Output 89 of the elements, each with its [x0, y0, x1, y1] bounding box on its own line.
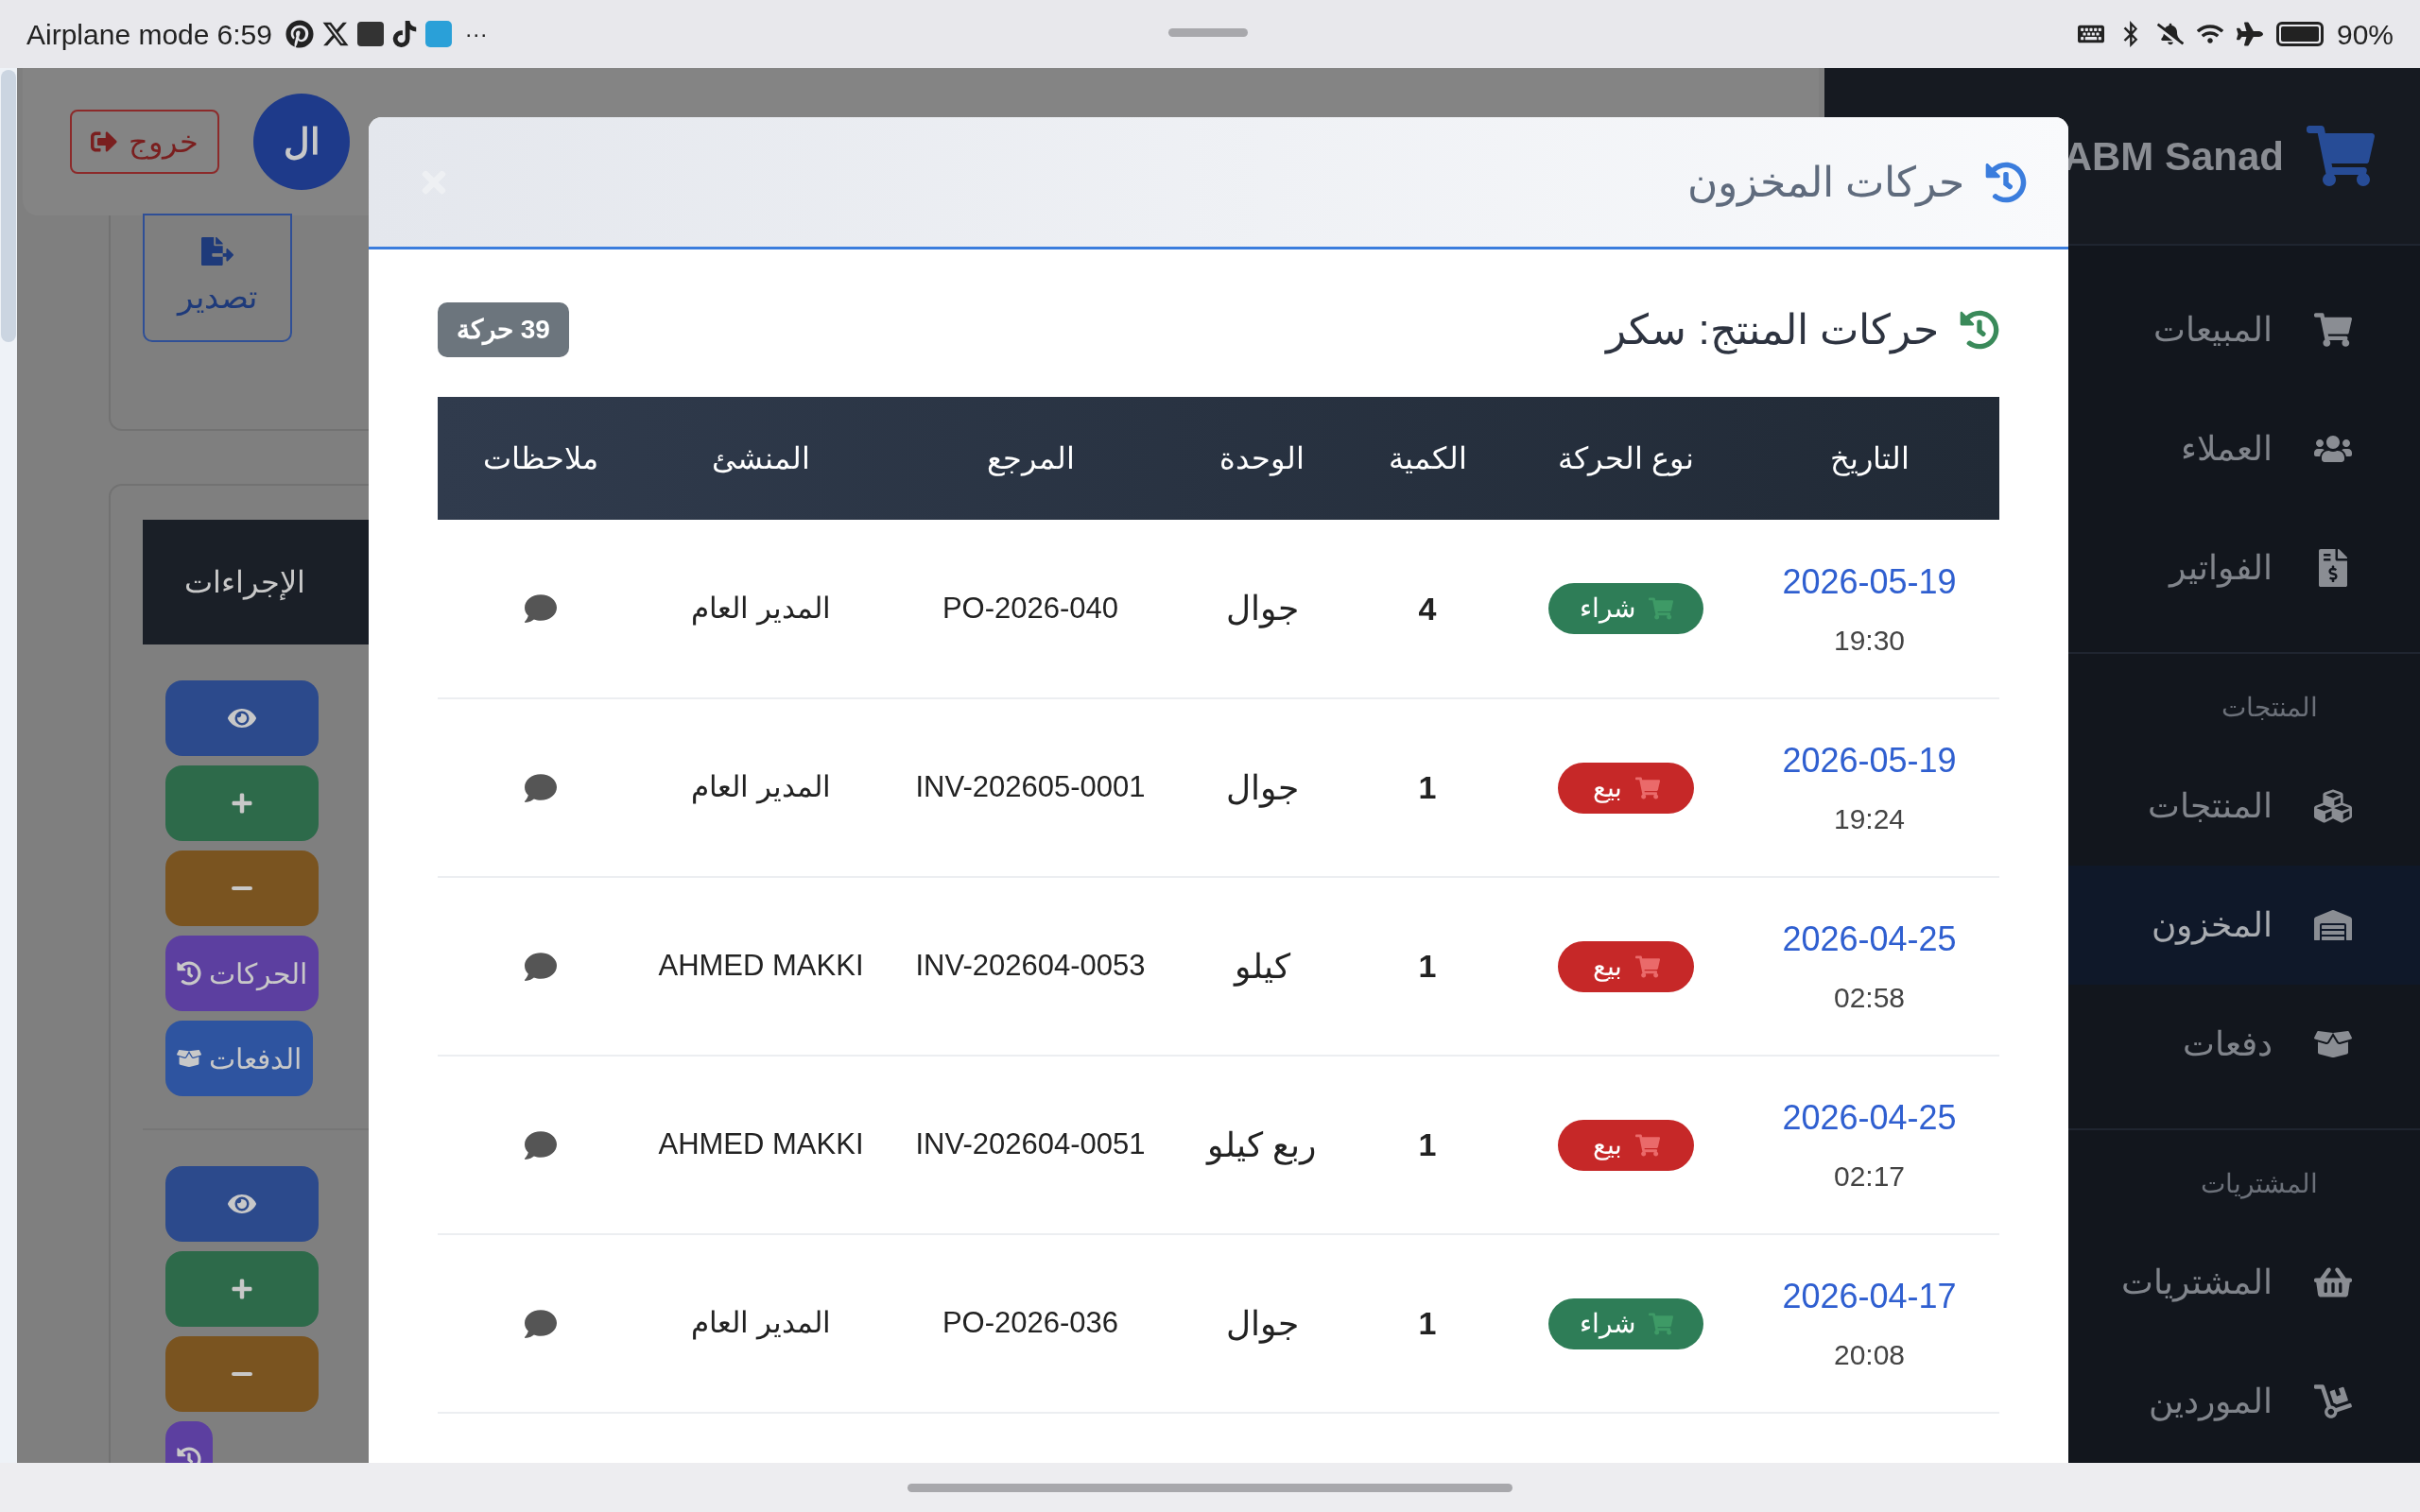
movements-button[interactable]: الحركات — [165, 936, 319, 1011]
history-icon — [1985, 161, 2027, 203]
section-title: المنتجات — [2221, 692, 2318, 724]
minus-icon — [232, 886, 252, 890]
comment-icon[interactable] — [524, 771, 557, 804]
creator-text: المدير العام — [691, 591, 831, 625]
reference-text: PO-2026-036 — [942, 1306, 1119, 1340]
unit-text: كيلو — [1234, 946, 1290, 986]
count-badge: 39 حركة — [438, 302, 569, 357]
plus-icon — [231, 1278, 253, 1300]
cart-icon — [1634, 954, 1660, 979]
column-header: الإجراءات — [184, 564, 305, 602]
comment-icon[interactable] — [524, 593, 557, 625]
unit-text: جوال — [1225, 767, 1299, 807]
date-text: 2026-05-19 — [1782, 560, 1957, 603]
app-icon — [356, 22, 384, 46]
quantity-text: 1 — [1418, 1126, 1437, 1162]
quantity-text: 1 — [1418, 948, 1437, 984]
dialog-title: حركات المخزون — [1686, 157, 1964, 209]
cart-icon — [1634, 1132, 1660, 1158]
comment-icon[interactable] — [524, 1307, 557, 1340]
quantity-text: 4 — [1418, 590, 1437, 627]
column-header: المرجع — [986, 441, 1075, 475]
time-text: 19:24 — [1833, 802, 1906, 836]
unit-text: جوال — [1225, 589, 1299, 627]
quantity-text: 1 — [1418, 769, 1437, 805]
reference-text: PO-2026-040 — [942, 591, 1119, 625]
brand-name: ABM Sanad — [2063, 132, 2284, 180]
more-notifications-text: ··· — [464, 20, 488, 48]
app-icon — [320, 20, 350, 48]
quantity-text: 1 — [1418, 1305, 1437, 1341]
column-header: ملاحظات — [482, 441, 598, 475]
product-heading: حركات المنتج: سكر — [1606, 305, 1939, 356]
time-text: 02:17 — [1833, 1160, 1906, 1194]
airplane-icon — [2236, 21, 2263, 47]
date-text: 2026-05-19 — [1782, 740, 1957, 782]
movement-type-badge: بيع — [1558, 1119, 1694, 1171]
section-title: المشتريات — [2201, 1168, 2318, 1201]
column-header: المنشئ — [712, 441, 810, 475]
airplane-mode-text: Airplane mode — [26, 17, 210, 52]
drag-handle[interactable] — [1168, 28, 1248, 37]
creator-text: المدير العام — [691, 770, 831, 804]
reference-text: INV-202605-0001 — [915, 770, 1146, 804]
creator-text: AHMED MAKKI — [658, 1127, 864, 1161]
cubes-icon — [2314, 787, 2352, 825]
cart-icon — [2314, 311, 2352, 349]
user-avatar[interactable]: ال — [253, 94, 350, 190]
cart-icon — [1648, 1311, 1673, 1336]
date-text: 2026-04-17 — [1782, 1276, 1957, 1317]
time-text: 19:30 — [1833, 623, 1906, 658]
column-header: الوحدة — [1219, 441, 1305, 475]
movement-type-badge: شراء — [1548, 583, 1703, 634]
time-text: 20:08 — [1833, 1338, 1906, 1372]
unit-text: ربع كيلو — [1207, 1125, 1317, 1164]
view-button[interactable] — [165, 1166, 319, 1242]
scrollbar-thumb[interactable] — [1, 70, 16, 342]
movement-type-badge: بيع — [1558, 762, 1694, 814]
clock-text: 6:59 — [216, 17, 272, 52]
comment-icon[interactable] — [524, 1128, 557, 1161]
battery-text: 90% — [2336, 17, 2394, 52]
cart-icon — [1648, 596, 1673, 621]
cart-icon — [1634, 775, 1660, 800]
minus-icon — [232, 1372, 252, 1376]
logout-button[interactable]: خروج — [70, 110, 219, 174]
history-icon — [177, 961, 201, 986]
view-button[interactable] — [165, 680, 319, 756]
history-icon — [1960, 310, 1999, 350]
reference-text: INV-202604-0053 — [915, 949, 1146, 983]
creator-text: المدير العام — [691, 1306, 831, 1340]
bell-off-icon — [2156, 21, 2184, 47]
plus-icon — [231, 792, 253, 815]
battery-icon — [2275, 22, 2324, 46]
movement-type-badge: بيع — [1558, 940, 1694, 992]
file-export-icon — [201, 234, 233, 267]
column-header: نوع الحركة — [1558, 441, 1694, 475]
app-icon — [390, 21, 418, 47]
export-button[interactable]: تصدير — [143, 214, 292, 342]
comment-icon[interactable] — [524, 950, 557, 983]
unit-text: جوال — [1225, 1303, 1299, 1343]
creator-text: AHMED MAKKI — [658, 949, 864, 983]
column-header: التاريخ — [1829, 441, 1910, 475]
date-text: 2026-04-25 — [1782, 1097, 1957, 1139]
dolly-icon — [2314, 1383, 2352, 1420]
column-header: الكمية — [1388, 441, 1467, 475]
movement-type-badge: شراء — [1548, 1297, 1703, 1349]
reference-text: INV-202604-0051 — [915, 1127, 1146, 1161]
payments-button[interactable]: الدفعات — [165, 1021, 313, 1096]
app-icon — [424, 21, 452, 47]
app-icon — [285, 20, 314, 48]
